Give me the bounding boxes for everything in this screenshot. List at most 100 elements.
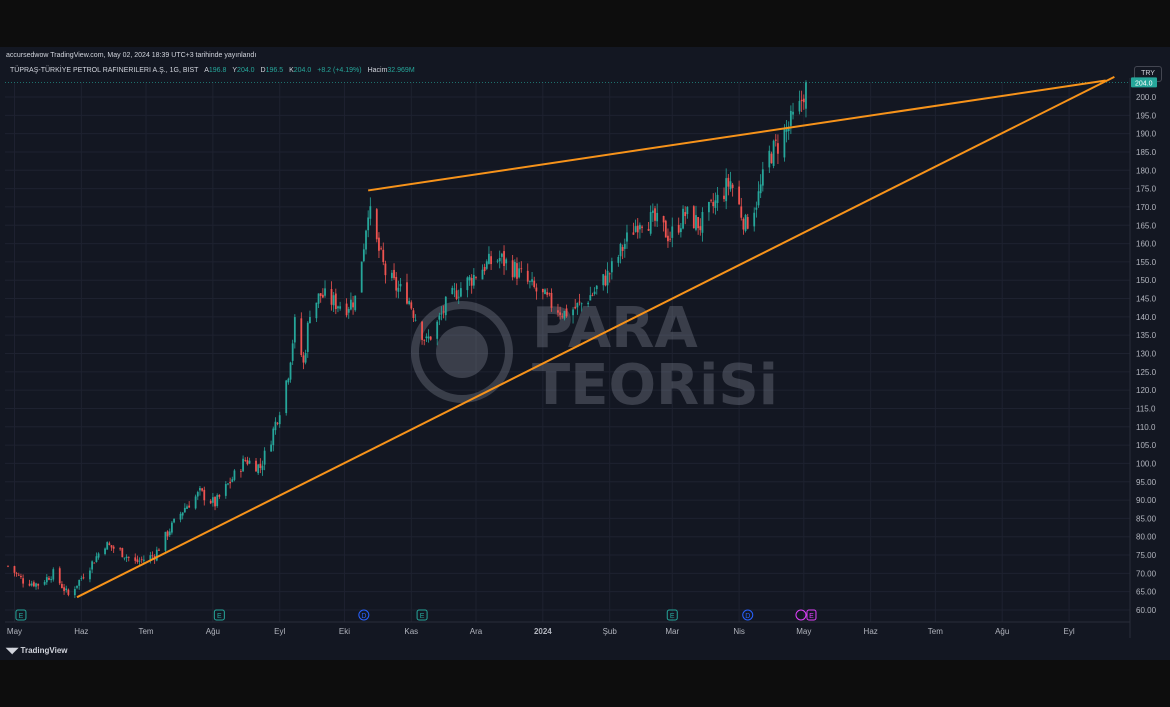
candle-body bbox=[669, 238, 671, 240]
candle-body bbox=[378, 237, 380, 251]
candle-body bbox=[589, 295, 592, 301]
candle-body bbox=[375, 209, 378, 240]
candle-body bbox=[727, 177, 730, 187]
candle-body bbox=[315, 302, 318, 319]
candle-body bbox=[350, 299, 352, 310]
candle-body bbox=[427, 336, 430, 339]
candle-body bbox=[440, 313, 443, 315]
candle-body bbox=[697, 217, 700, 229]
watermark-text-para: PARA bbox=[532, 296, 698, 361]
candle-body bbox=[347, 308, 350, 313]
candle-body bbox=[682, 208, 684, 229]
candle-body bbox=[470, 277, 473, 286]
candle-body bbox=[772, 140, 775, 166]
candle-body bbox=[744, 214, 747, 231]
price-tick-label: 130.0 bbox=[1136, 350, 1157, 359]
candle-body bbox=[572, 309, 574, 316]
candle-body bbox=[662, 215, 665, 223]
candle-body bbox=[155, 549, 158, 561]
price-tick-label: 140.0 bbox=[1136, 313, 1157, 322]
candle-body bbox=[516, 263, 518, 279]
candle-body bbox=[345, 303, 348, 316]
candle-body bbox=[550, 292, 553, 308]
candle-body bbox=[617, 256, 620, 263]
candle-body bbox=[641, 226, 643, 228]
candle-body bbox=[755, 207, 758, 210]
time-tick-label: Kas bbox=[404, 627, 418, 636]
candle-body bbox=[382, 249, 385, 263]
price-tick-label: 65.00 bbox=[1136, 588, 1157, 597]
candle-body bbox=[89, 570, 91, 580]
candle-body bbox=[104, 548, 106, 554]
time-tick-label: Şub bbox=[603, 627, 618, 636]
candle-body bbox=[438, 315, 441, 320]
candle-body bbox=[244, 460, 247, 461]
candle-body bbox=[108, 543, 111, 545]
candle-body bbox=[460, 288, 462, 297]
price-tick-label: 175.0 bbox=[1136, 185, 1157, 194]
candle-body bbox=[32, 582, 35, 587]
candle-body bbox=[140, 559, 143, 561]
price-tick-label: 200.0 bbox=[1136, 93, 1157, 102]
candle-body bbox=[73, 589, 76, 596]
candle-body bbox=[710, 200, 712, 202]
candle-body bbox=[671, 226, 674, 238]
candle-body bbox=[224, 484, 227, 496]
candle-body bbox=[380, 248, 383, 250]
candle-body bbox=[546, 292, 549, 295]
time-tick-label: 2024 bbox=[534, 627, 552, 636]
candle-body bbox=[513, 261, 516, 277]
candle-body bbox=[408, 300, 411, 305]
candle-body bbox=[757, 191, 760, 206]
candle-body bbox=[481, 269, 484, 280]
candle-body bbox=[80, 578, 83, 579]
candle-body bbox=[233, 470, 236, 480]
candle-body bbox=[457, 296, 460, 298]
candle-body bbox=[746, 217, 749, 229]
candle-body bbox=[179, 513, 182, 520]
candle-body bbox=[362, 249, 365, 262]
footer-bar bbox=[0, 640, 1170, 660]
candle-body bbox=[354, 295, 357, 311]
candle-body bbox=[285, 380, 288, 414]
candle-body bbox=[742, 218, 745, 230]
candle-body bbox=[649, 212, 652, 234]
candle-body bbox=[13, 566, 16, 573]
price-tick-label: 170.0 bbox=[1136, 203, 1157, 212]
candle-body bbox=[360, 261, 363, 293]
candle-body bbox=[805, 82, 807, 109]
time-tick-label: Eki bbox=[339, 627, 350, 636]
candle-body bbox=[632, 232, 635, 235]
price-tick-label: 145.0 bbox=[1136, 295, 1157, 304]
price-tick-label: 150.0 bbox=[1136, 276, 1157, 285]
event-label: D bbox=[745, 613, 750, 620]
candle-body bbox=[119, 548, 122, 550]
candle-body bbox=[255, 460, 257, 472]
candle-body bbox=[300, 318, 303, 356]
price-tick-label: 85.00 bbox=[1136, 514, 1157, 523]
candle-body bbox=[634, 226, 637, 232]
candle-body bbox=[429, 336, 432, 340]
candle-body bbox=[214, 496, 216, 507]
price-tick-label: 90.00 bbox=[1136, 496, 1157, 505]
candle-body bbox=[20, 575, 22, 578]
candle-body bbox=[466, 277, 469, 291]
brand-label: TradingView bbox=[20, 646, 68, 655]
time-tick-label: Ara bbox=[470, 627, 483, 636]
candle-body bbox=[759, 184, 762, 194]
candle-body bbox=[302, 355, 305, 363]
candle-body bbox=[93, 562, 96, 564]
candle-body bbox=[412, 310, 415, 318]
candle-body bbox=[181, 512, 184, 516]
candle-body bbox=[520, 268, 523, 270]
candle-body bbox=[421, 321, 423, 340]
candle-body bbox=[738, 186, 741, 205]
candle-body bbox=[496, 260, 499, 262]
time-tick-label: Nis bbox=[733, 627, 745, 636]
candle-body bbox=[110, 545, 113, 548]
candle-body bbox=[761, 169, 764, 186]
price-tick-label: 185.0 bbox=[1136, 148, 1157, 157]
candle-body bbox=[201, 488, 204, 491]
candle-body bbox=[792, 111, 794, 115]
candle-body bbox=[393, 269, 395, 279]
